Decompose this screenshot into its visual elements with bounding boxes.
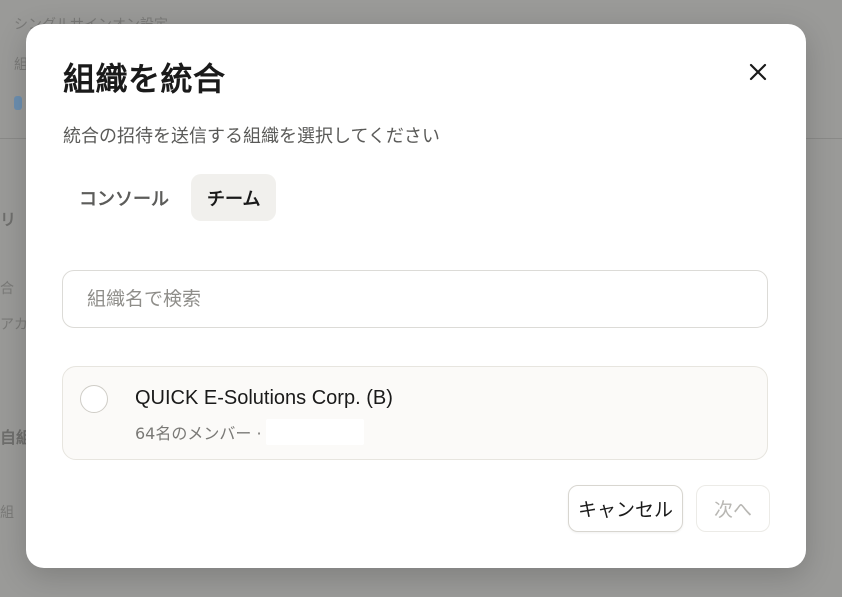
next-button[interactable]: 次へ — [696, 485, 770, 532]
tab-console[interactable]: コンソール — [63, 174, 185, 221]
close-icon — [749, 63, 767, 81]
dialog-title: 組織を統合 — [63, 60, 226, 98]
organization-list-item[interactable]: QUICK E-Solutions Corp. (B) 64名のメンバー · — [62, 366, 768, 460]
bg-text: 合 — [0, 281, 14, 297]
bg-text: アカ — [0, 317, 28, 333]
bg-text: リ — [0, 210, 17, 229]
organization-member-count: 64名のメンバー · — [135, 424, 262, 443]
merge-organization-dialog: 組織を統合 統合の招待を送信する組織を選択してください コンソール チーム QU… — [26, 24, 806, 568]
organization-name: QUICK E-Solutions Corp. (B) — [135, 387, 393, 409]
organization-radio[interactable] — [80, 385, 108, 413]
organization-meta: 64名のメンバー · — [135, 419, 364, 445]
search-field — [62, 270, 768, 328]
organization-search-input[interactable] — [85, 271, 749, 327]
bg-indicator — [14, 96, 22, 110]
close-button[interactable] — [744, 58, 772, 86]
dialog-subtitle: 統合の招待を送信する組織を選択してください — [63, 126, 440, 147]
source-tabs: コンソール チーム — [63, 174, 277, 221]
tab-team[interactable]: チーム — [191, 174, 277, 221]
cancel-button[interactable]: キャンセル — [568, 485, 683, 532]
redacted-region — [265, 419, 364, 445]
bg-text: 組 — [0, 505, 14, 521]
